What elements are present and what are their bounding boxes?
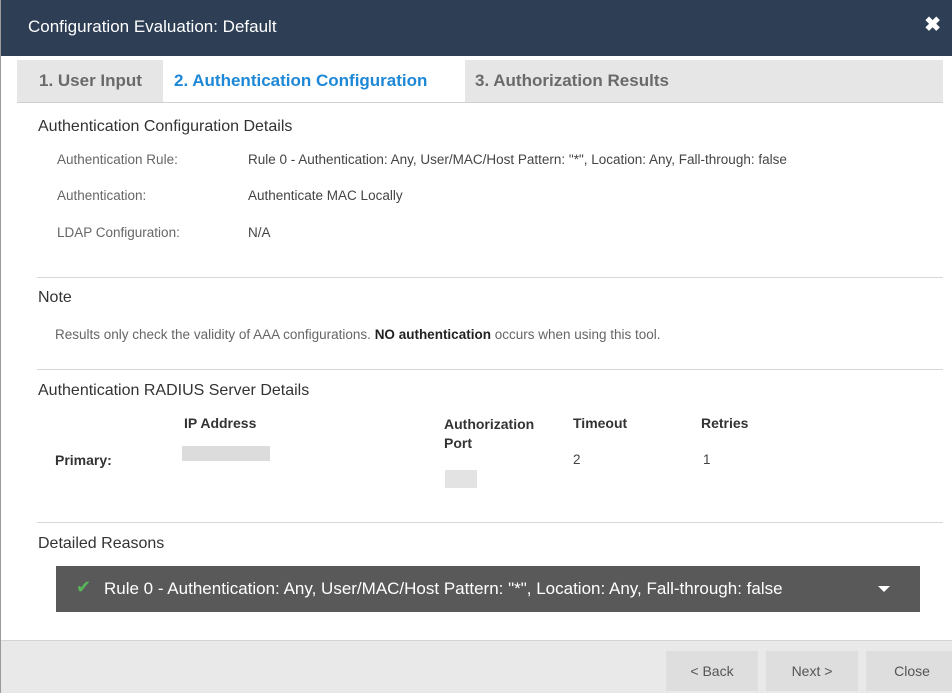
auth-rule-value: Rule 0 - Authentication: Any, User/MAC/H… xyxy=(248,152,787,167)
ip-address-column-header: IP Address xyxy=(184,415,257,431)
divider xyxy=(37,369,943,370)
note-text-bold: NO authentication xyxy=(374,327,491,342)
chevron-down-icon[interactable] xyxy=(878,586,890,592)
redacted-port xyxy=(445,470,477,488)
dialog-title: Configuration Evaluation: Default xyxy=(28,17,277,36)
divider xyxy=(37,522,943,523)
close-button[interactable]: Close xyxy=(866,651,952,691)
primary-label: Primary: xyxy=(55,452,112,468)
close-icon[interactable]: ✖ xyxy=(924,15,941,35)
radius-heading: Authentication RADIUS Server Details xyxy=(38,382,310,399)
reason-text: Rule 0 - Authentication: Any, User/MAC/H… xyxy=(104,579,783,598)
note-heading: Note xyxy=(38,289,72,306)
authentication-value: Authenticate MAC Locally xyxy=(248,188,403,203)
auth-config-heading: Authentication Configuration Details xyxy=(38,118,293,135)
authorization-port-column-header: Authorization Port xyxy=(444,416,535,451)
tab-authentication-configuration[interactable]: 2. Authentication Configuration xyxy=(163,60,465,102)
retries-value: 1 xyxy=(703,452,711,467)
note-text-before: Results only check the validity of AAA c… xyxy=(55,327,371,342)
dialog-footer: < Back Next > Close xyxy=(1,640,952,693)
reason-dropdown[interactable]: ✔ Rule 0 - Authentication: Any, User/MAC… xyxy=(56,566,920,612)
check-icon: ✔ xyxy=(76,577,92,597)
configuration-evaluation-dialog: Configuration Evaluation: Default ✖ 1. U… xyxy=(0,0,952,693)
ldap-config-label: LDAP Configuration: xyxy=(57,225,180,240)
authentication-label: Authentication: xyxy=(57,188,147,203)
note-text: Results only check the validity of AAA c… xyxy=(55,327,661,342)
tab-bar: 1. User Input 2. Authentication Configur… xyxy=(17,60,943,103)
next-button[interactable]: Next > xyxy=(766,651,858,691)
ldap-config-value: N/A xyxy=(248,225,271,240)
tab-user-input[interactable]: 1. User Input xyxy=(17,60,163,102)
timeout-column-header: Timeout xyxy=(573,415,628,431)
redacted-ip-address xyxy=(182,446,270,461)
timeout-value: 2 xyxy=(573,452,581,467)
retries-column-header: Retries xyxy=(701,415,749,431)
title-bar: Configuration Evaluation: Default ✖ xyxy=(1,0,952,56)
note-text-after: occurs when using this tool. xyxy=(494,327,661,342)
divider xyxy=(37,277,943,278)
auth-rule-label: Authentication Rule: xyxy=(57,152,178,167)
back-button[interactable]: < Back xyxy=(666,651,758,691)
detailed-reasons-heading: Detailed Reasons xyxy=(38,535,165,552)
tab-authorization-results[interactable]: 3. Authorization Results xyxy=(465,60,765,102)
